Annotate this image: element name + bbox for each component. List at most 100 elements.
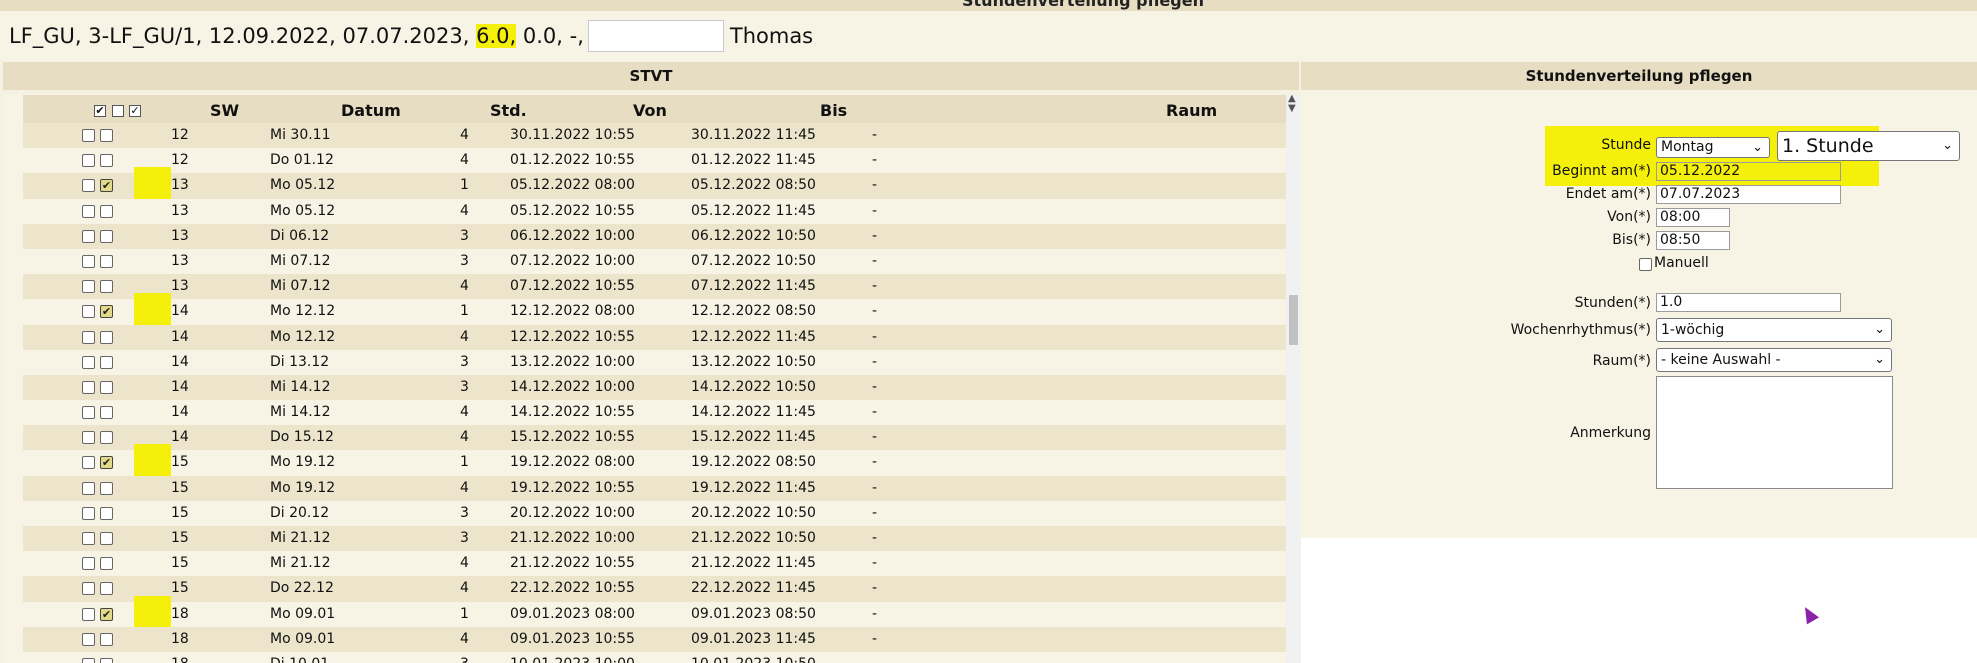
cell-raum: - <box>872 479 878 496</box>
col-raum[interactable]: Raum <box>1166 101 1217 120</box>
row-select-checkbox[interactable] <box>82 380 95 394</box>
stunde-slot-select[interactable]: 1. Stunde ⌄ <box>1777 131 1960 161</box>
row-select-checkbox[interactable] <box>82 557 95 571</box>
table-row[interactable]: 13 Mi 07.12 3 07.12.2022 10:00 07.12.2022 10… <box>23 248 1288 275</box>
row-select-checkbox[interactable] <box>82 406 95 420</box>
cell-datum: Mi 21.12 <box>270 555 331 572</box>
row-mark-checkbox[interactable]: ✔ <box>100 607 113 621</box>
beginnt-input[interactable]: 05.12.2022 <box>1656 162 1841 181</box>
row-select-checkbox[interactable] <box>82 305 95 319</box>
row-mark-checkbox[interactable] <box>100 330 113 344</box>
row-mark-checkbox[interactable]: ✔ <box>100 305 113 319</box>
scroll-down-arrow-icon[interactable]: ▼ <box>1288 103 1296 114</box>
row-select-checkbox[interactable] <box>82 179 95 193</box>
row-mark-checkbox[interactable]: ✔ <box>100 179 113 193</box>
rhythmus-select[interactable]: 1-wöchig ⌄ <box>1656 318 1892 342</box>
row-select-checkbox[interactable] <box>82 632 95 646</box>
stunde-day-select[interactable]: Montag ⌄ <box>1656 137 1770 158</box>
row-select-checkbox[interactable] <box>82 456 95 470</box>
row-mark-checkbox[interactable] <box>100 481 113 495</box>
table-scrollbar[interactable]: ▲ ▼ <box>1286 95 1300 663</box>
row-select-checkbox[interactable] <box>82 330 95 344</box>
stunden-label: Stunden(*) <box>1574 295 1651 311</box>
cell-sw: 15 <box>171 454 189 471</box>
bis-input[interactable]: 08:50 <box>1656 231 1730 250</box>
row-mark-checkbox[interactable] <box>100 280 113 294</box>
table-row[interactable]: 14 Mo 12.12 4 12.12.2022 10:55 12.12.2022 11… <box>23 324 1288 350</box>
row-select-checkbox[interactable] <box>82 254 95 268</box>
table-row[interactable]: 18 Di 10.01 3 10.01.2023 10:00 10.01.2023 10… <box>23 651 1288 663</box>
row-mark-checkbox[interactable] <box>100 582 113 596</box>
table-row[interactable]: 18 Mo 09.01 4 09.01.2023 10:55 09.01.2023 11… <box>23 626 1288 652</box>
row-select-checkbox[interactable] <box>82 204 95 218</box>
table-row[interactable]: 15 Mo 19.12 4 19.12.2022 10:55 19.12.2022 11… <box>23 475 1288 501</box>
table-row[interactable]: 15 Mi 21.12 4 21.12.2022 10:55 21.12.2022 11… <box>23 551 1288 577</box>
col-datum[interactable]: Datum <box>341 101 401 120</box>
row-mark-checkbox[interactable] <box>100 431 113 445</box>
table-row[interactable]: 15 Do 22.12 4 22.12.2022 10:55 22.12.2022 11… <box>23 576 1288 602</box>
cell-std: 1 <box>460 303 469 320</box>
invert-selection-checkbox[interactable]: ✓ <box>129 105 141 117</box>
row-select-checkbox[interactable] <box>82 355 95 369</box>
scrollbar-thumb[interactable] <box>1289 295 1298 345</box>
table-row[interactable]: 14 Di 13.12 3 13.12.2022 10:00 13.12.2022 10… <box>23 349 1288 375</box>
row-select-checkbox[interactable] <box>82 607 95 621</box>
row-mark-checkbox[interactable] <box>100 557 113 571</box>
row-select-checkbox[interactable] <box>82 154 95 168</box>
cell-von: 12.12.2022 10:55 <box>510 328 635 345</box>
table-row[interactable]: 14 Mi 14.12 3 14.12.2022 10:00 14.12.2022 10… <box>23 374 1288 401</box>
row-select-checkbox[interactable] <box>82 657 95 663</box>
info-input-field[interactable] <box>587 20 724 52</box>
row-select-checkbox[interactable] <box>82 506 95 520</box>
row-mark-checkbox[interactable] <box>100 129 113 142</box>
row-mark-checkbox[interactable] <box>100 154 113 168</box>
anmerkung-textarea[interactable] <box>1656 376 1893 489</box>
row-mark-checkbox[interactable] <box>100 532 113 545</box>
row-select-checkbox[interactable] <box>82 431 95 445</box>
row-select-checkbox[interactable] <box>82 280 95 294</box>
table-row[interactable]: 13 Mi 07.12 4 07.12.2022 10:55 07.12.2022 11… <box>23 274 1288 300</box>
table-row[interactable]: ✔ 18 Mo 09.01 1 09.01.2023 08:00 09.01.2023 0… <box>23 595 1288 644</box>
table-row[interactable]: 12 Do 01.12 4 01.12.2022 10:55 01.12.2022 11… <box>23 148 1288 174</box>
row-mark-checkbox[interactable] <box>100 355 113 369</box>
von-input[interactable]: 08:00 <box>1656 208 1730 227</box>
table-row[interactable]: 14 Mi 14.12 4 14.12.2022 10:55 14.12.2022 11… <box>23 400 1288 426</box>
row-mark-checkbox[interactable] <box>100 380 113 394</box>
select-none-checkbox[interactable] <box>112 105 124 117</box>
manuell-label: Manuell <box>1654 255 1709 271</box>
row-select-checkbox[interactable] <box>82 129 95 142</box>
row-select-checkbox[interactable] <box>82 532 95 545</box>
row-mark-checkbox[interactable] <box>100 254 113 268</box>
cell-von: 09.01.2023 10:55 <box>510 630 635 647</box>
select-all-checkbox[interactable]: ✔ <box>94 105 106 117</box>
table-row[interactable]: 12 Mi 30.11 4 30.11.2022 10:55 30.11.2022 11… <box>23 123 1288 149</box>
row-mark-checkbox[interactable] <box>100 229 113 243</box>
row-select-checkbox[interactable] <box>82 229 95 243</box>
table-row[interactable]: 15 Di 20.12 3 20.12.2022 10:00 20.12.2022 10… <box>23 500 1288 526</box>
manuell-checkbox[interactable] <box>1639 258 1652 271</box>
col-von[interactable]: Von <box>633 101 667 120</box>
col-std[interactable]: Std. <box>490 101 527 120</box>
row-mark-checkbox[interactable]: ✔ <box>100 456 113 470</box>
table-row[interactable]: 13 Di 06.12 3 06.12.2022 10:00 06.12.2022 10… <box>23 223 1288 249</box>
table-row[interactable]: 14 Do 15.12 4 15.12.2022 10:55 15.12.2022 11… <box>23 425 1288 451</box>
raum-select[interactable]: - keine Auswahl - ⌄ <box>1656 348 1892 372</box>
row-select-checkbox[interactable] <box>82 582 95 596</box>
row-mark-checkbox[interactable] <box>100 632 113 646</box>
row-mark-checkbox[interactable] <box>100 406 113 420</box>
row-select-checkbox[interactable] <box>82 481 95 495</box>
table-row[interactable]: ✔ 14 Mo 12.12 1 12.12.2022 08:00 12.12.2022 0… <box>23 293 1288 342</box>
table-row[interactable]: 13 Mo 05.12 4 05.12.2022 10:55 05.12.2022 11… <box>23 198 1288 224</box>
row-mark-checkbox[interactable] <box>100 204 113 218</box>
stunden-input[interactable]: 1.0 <box>1656 293 1841 312</box>
table-row[interactable]: 15 Mi 21.12 3 21.12.2022 10:00 21.12.2022 10… <box>23 526 1288 552</box>
row-mark-checkbox[interactable] <box>100 506 113 520</box>
endet-input[interactable]: 07.07.2023 <box>1656 185 1841 204</box>
row-mark-checkbox[interactable] <box>100 657 113 663</box>
col-sw[interactable]: SW <box>210 101 239 120</box>
cell-von: 05.12.2022 08:00 <box>510 177 635 194</box>
col-bis[interactable]: Bis <box>820 101 847 120</box>
cell-std: 3 <box>460 652 469 663</box>
table-row[interactable]: ✔ 13 Mo 05.12 1 05.12.2022 08:00 05.12.2022 0… <box>23 167 1288 216</box>
table-row[interactable]: ✔ 15 Mo 19.12 1 19.12.2022 08:00 19.12.2022 0… <box>23 444 1288 493</box>
